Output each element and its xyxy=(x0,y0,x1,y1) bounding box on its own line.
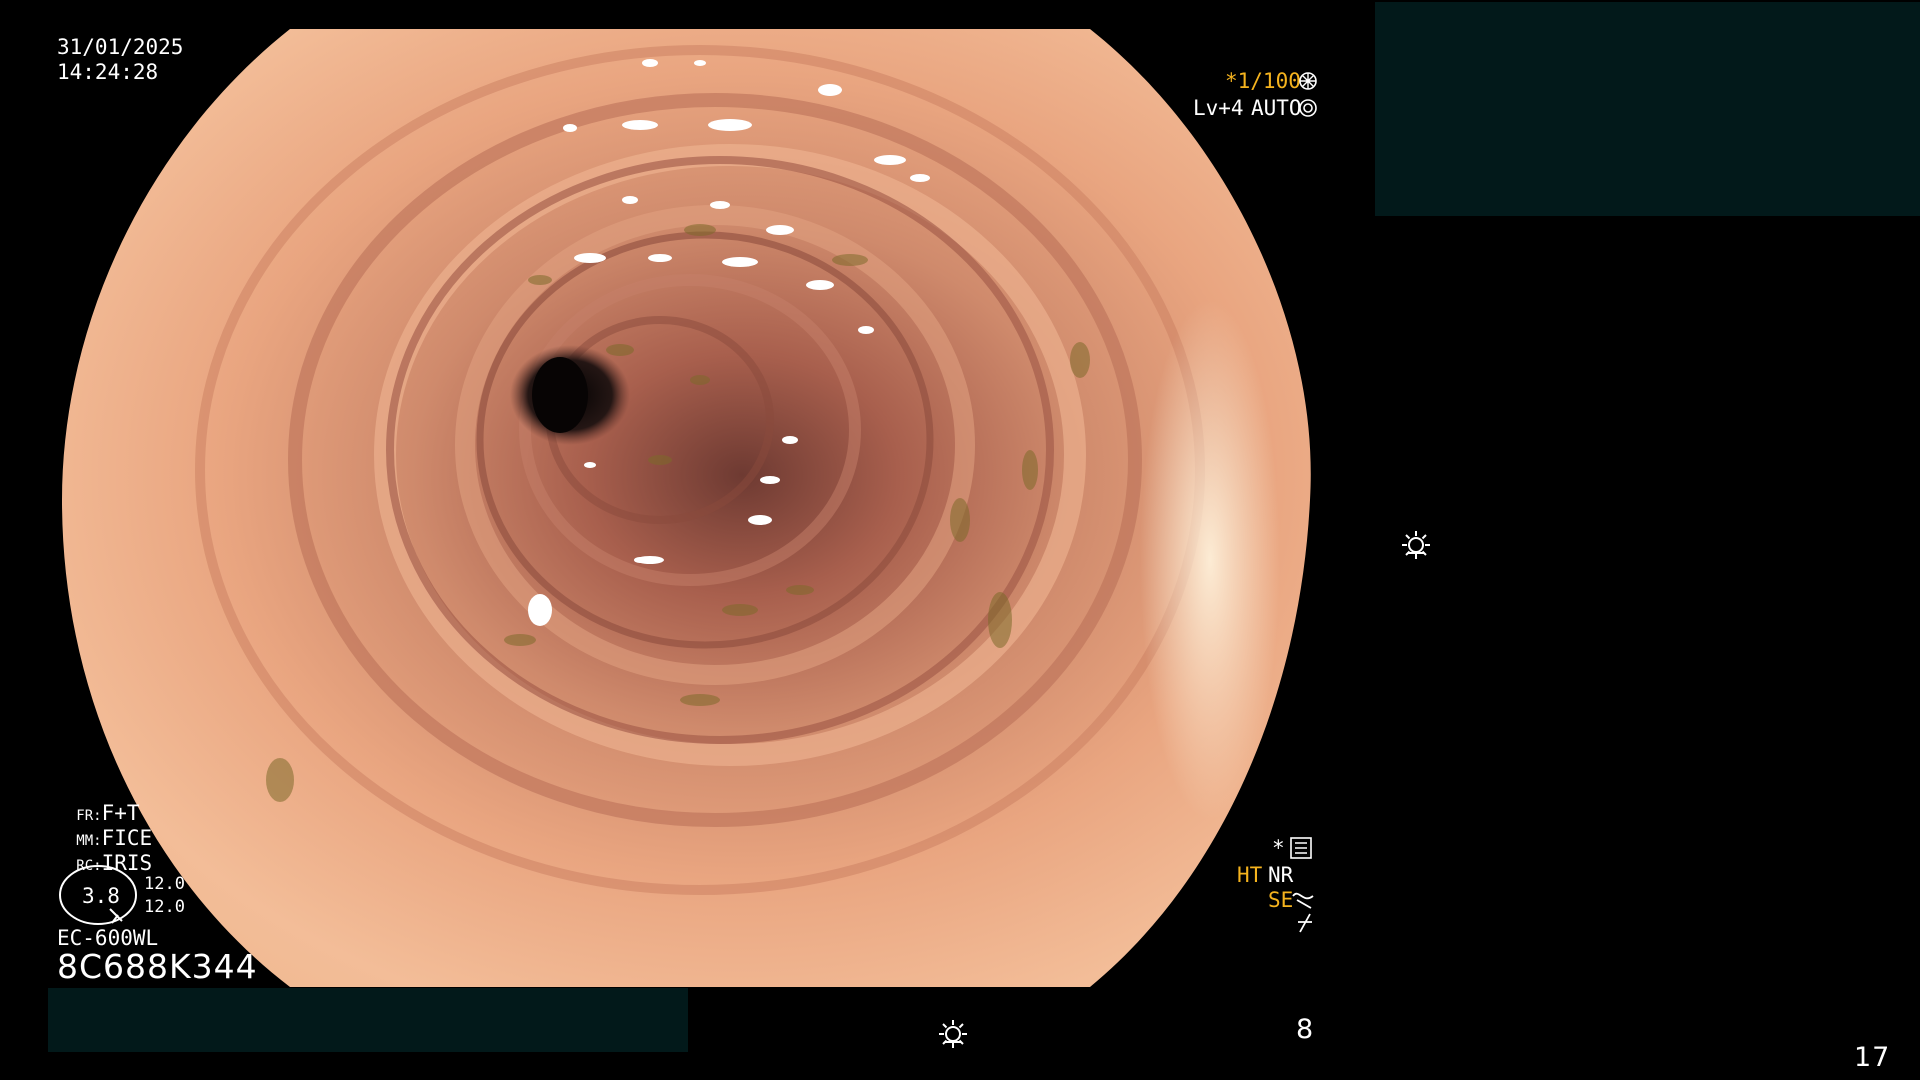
gear-icon xyxy=(1299,72,1317,90)
brightness-icon xyxy=(939,1020,967,1048)
time-text: 14:24:28 xyxy=(57,60,159,84)
slash-icon xyxy=(1298,913,1312,933)
date-text: 31/01/2025 xyxy=(57,35,184,59)
top-right-panel xyxy=(1375,2,1920,216)
light-mode-text: AUTO xyxy=(1251,96,1302,120)
wave-icon xyxy=(1292,892,1314,909)
bottom-number: 8 xyxy=(1296,1014,1315,1045)
gauge-top-value: 12.0 xyxy=(144,874,185,894)
status-star: * xyxy=(1272,836,1285,860)
brightness-icon xyxy=(1402,531,1430,559)
scope-model: EC-600WL xyxy=(57,926,159,950)
light-icon xyxy=(1299,99,1317,117)
menu-icon xyxy=(1290,837,1312,859)
se-label: SE xyxy=(1268,888,1294,912)
shutter-text: *1/100 xyxy=(1225,69,1301,93)
bottom-left-panel xyxy=(48,988,688,1052)
nr-label: NR xyxy=(1268,863,1294,887)
ht-label: HT xyxy=(1237,863,1263,887)
corner-number: 17 xyxy=(1854,1042,1891,1073)
serial-number: 8C688K344 xyxy=(57,947,258,986)
gauge-bottom-value: 12.0 xyxy=(144,897,185,917)
gauge-value: 3.8 xyxy=(82,884,120,908)
light-level-text: Lv+4 xyxy=(1193,96,1244,120)
